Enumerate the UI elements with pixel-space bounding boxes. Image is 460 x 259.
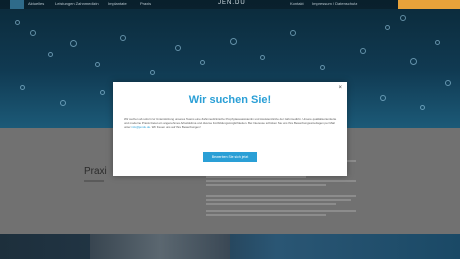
nav-item-implantate[interactable]: Implantate xyxy=(108,1,127,6)
nav-item-kontakt[interactable]: Kontakt xyxy=(290,1,304,6)
nav-item-praxis[interactable]: Praxis xyxy=(140,1,151,6)
section-heading: Praxi xyxy=(84,166,107,177)
page: Aktuelles Leistungen Zahnmedizin Implant… xyxy=(0,0,460,259)
job-modal: × Wir suchen Sie! Wir suchen ab sofort z… xyxy=(113,82,347,176)
nav-home-highlight[interactable] xyxy=(10,0,24,9)
modal-body: Wir suchen ab sofort zur Unterstützung u… xyxy=(124,117,338,130)
modal-title: Wir suchen Sie! xyxy=(188,94,272,106)
top-navigation: Aktuelles Leistungen Zahnmedizin Implant… xyxy=(0,0,460,9)
site-logo[interactable]: JEN.DU xyxy=(218,0,246,6)
nav-item-impressum[interactable]: Impressum / Datenschutz xyxy=(312,1,357,6)
nav-item-aktuelles[interactable]: Aktuelles xyxy=(28,1,44,6)
nav-item-leistungen[interactable]: Leistungen Zahnmedizin xyxy=(55,1,99,6)
close-icon[interactable]: × xyxy=(338,85,342,91)
top-cta-button[interactable] xyxy=(398,0,460,9)
section-heading-underline xyxy=(84,180,104,182)
footer-photo xyxy=(90,234,230,259)
email-link[interactable]: info@jendu.de xyxy=(131,125,150,129)
apply-button[interactable]: Bewerben Sie sich jetzt xyxy=(203,152,257,162)
modal-body-text-end: . Wir freuen uns auf Ihre Bewerbungen! xyxy=(150,125,201,130)
footer-banner xyxy=(0,234,460,259)
